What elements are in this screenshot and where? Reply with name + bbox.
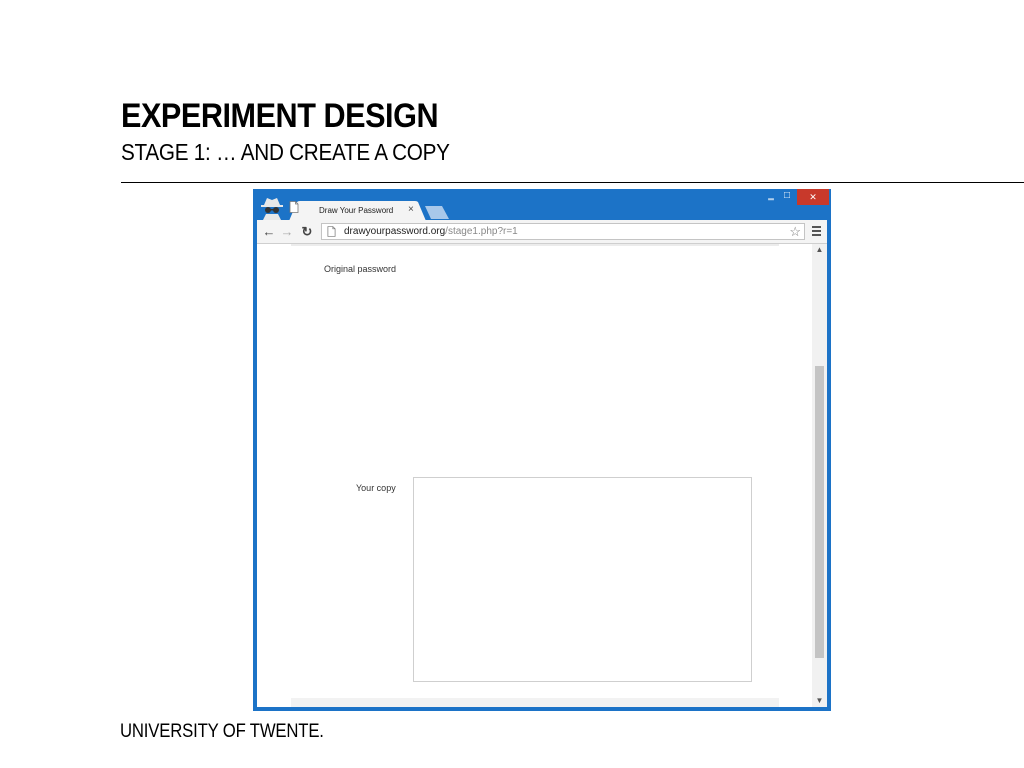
slide-subtitle: STAGE 1: … AND CREATE A COPY (121, 139, 450, 165)
address-bar[interactable]: drawyourpassword.org/stage1.php?r=1 ☆ (321, 223, 805, 240)
page-bottom-edge (291, 698, 779, 707)
browser-tab[interactable]: Draw Your Password × (289, 201, 426, 221)
browser-toolbar: ← → ↻ drawyourpassword.org/stage1.php?r=… (257, 220, 827, 244)
copy-drawing-canvas[interactable] (413, 477, 752, 682)
page-viewport: Original password Your copy ▲ ▼ (257, 244, 827, 707)
bookmark-star-icon[interactable]: ☆ (789, 224, 801, 239)
minimize-button[interactable]: ‗ (763, 189, 779, 205)
slide-title: EXPERIMENT DESIGN (121, 97, 439, 135)
browser-window: Draw Your Password × ‗ □ ✕ ← → ↻ drawyou… (253, 189, 831, 711)
url-path: /stage1.php?r=1 (445, 226, 518, 237)
window-close-button[interactable]: ✕ (797, 189, 829, 205)
forward-button[interactable]: → (279, 224, 295, 240)
page-icon (327, 226, 336, 237)
scroll-up-arrow-icon[interactable]: ▲ (812, 244, 827, 256)
page-top-edge (291, 244, 779, 246)
tab-close-icon[interactable]: × (408, 204, 414, 216)
url-text: drawyourpassword.org/stage1.php?r=1 (344, 226, 518, 237)
university-logo: UNIVERSITY OF TWENTE. (120, 721, 324, 742)
original-password-label: Original password (324, 264, 397, 274)
scroll-thumb[interactable] (815, 366, 824, 658)
incognito-icon (259, 196, 285, 220)
menu-icon[interactable] (811, 224, 823, 240)
tab-title: Draw Your Password (319, 206, 394, 215)
vertical-scrollbar[interactable]: ▲ ▼ (812, 244, 827, 707)
reload-button[interactable]: ↻ (299, 224, 315, 240)
window-controls: ‗ □ ✕ (763, 189, 829, 205)
new-tab-button[interactable] (425, 206, 449, 219)
page-icon (289, 201, 299, 213)
your-copy-label: Your copy (356, 483, 396, 493)
maximize-button[interactable]: □ (779, 189, 795, 205)
back-button[interactable]: ← (261, 224, 277, 240)
title-divider (121, 182, 1024, 183)
scroll-down-arrow-icon[interactable]: ▼ (812, 695, 827, 707)
